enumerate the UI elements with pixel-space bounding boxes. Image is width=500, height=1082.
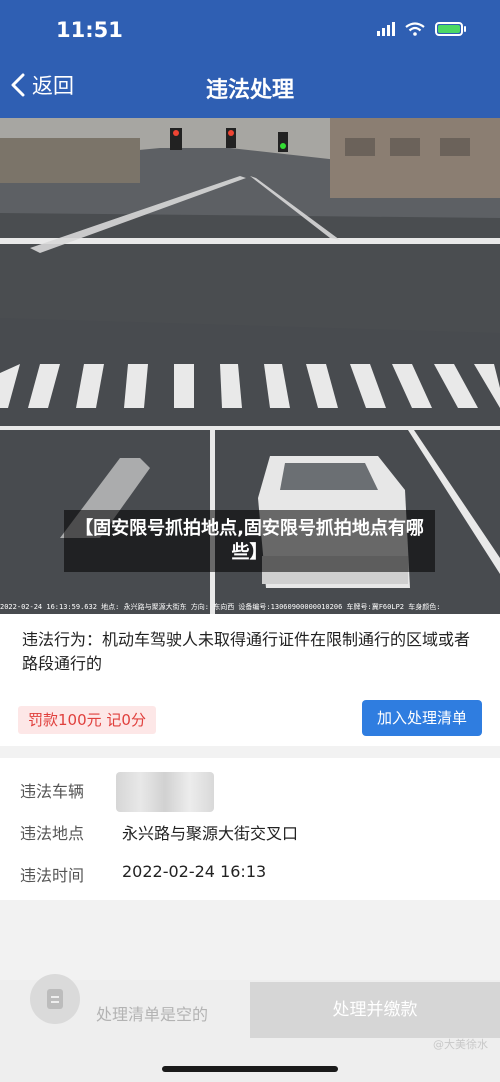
violation-photo[interactable]: 【固安限号抓拍地点,固安限号抓拍地点有哪些】 2022-02-24 16:13:… — [0, 118, 500, 614]
time-value: 2022-02-24 16:13 — [122, 862, 267, 881]
caption-text: 【固安限号抓拍地点,固安限号抓拍地点有哪些】 — [75, 518, 424, 563]
location-row: 违法地点 永兴路与聚源大街交叉口 — [0, 810, 500, 850]
empty-list-text: 处理清单是空的 — [96, 1005, 209, 1024]
time-row: 违法时间 2022-02-24 16:13 — [0, 852, 500, 892]
violation-card: 违法行为：机动车驾驶人未取得通行证件在限制通行的区域或者路段通行的 罚款100元… — [0, 614, 500, 746]
processing-list-button[interactable] — [26, 974, 84, 1026]
bottom-bar: 处理清单是空的 处理并缴款 @大美徐水 — [0, 974, 500, 1082]
list-icon — [30, 974, 80, 1024]
camera-info-strip: 2022-02-24 16:13:59.632 地点: 永兴路与聚源大街东 方向… — [0, 603, 441, 611]
page-title: 违法处理 — [205, 78, 294, 103]
app-header: 11:51 返回 违法处理 — [0, 0, 500, 118]
signal-icon — [377, 22, 395, 36]
blurred-plate — [116, 772, 214, 812]
details-card: 违法车辆 违法地点 永兴路与聚源大街交叉口 违法时间 2022-02-24 16… — [0, 758, 500, 900]
caption-overlay: 【固安限号抓拍地点,固安限号抓拍地点有哪些】 — [64, 510, 435, 572]
fine-badge: 罚款100元 记0分 — [18, 706, 156, 734]
vehicle-row: 违法车辆 — [0, 768, 500, 812]
status-time: 11:51 — [56, 18, 123, 42]
time-label: 违法时间 — [20, 866, 85, 885]
location-value: 永兴路与聚源大街交叉口 — [122, 824, 299, 843]
process-and-pay-button[interactable]: 处理并缴款 — [250, 982, 500, 1038]
location-label: 违法地点 — [20, 824, 85, 843]
watermark: @大美徐水 — [433, 1038, 488, 1051]
add-to-list-button[interactable]: 加入处理清单 — [362, 700, 482, 736]
home-indicator[interactable] — [162, 1066, 338, 1072]
battery-icon — [435, 22, 466, 36]
status-icons — [377, 22, 466, 36]
wifi-icon — [405, 22, 425, 36]
violation-description: 违法行为：机动车驾驶人未取得通行证件在限制通行的区域或者路段通行的 — [22, 630, 471, 673]
vehicle-label: 违法车辆 — [20, 782, 85, 801]
